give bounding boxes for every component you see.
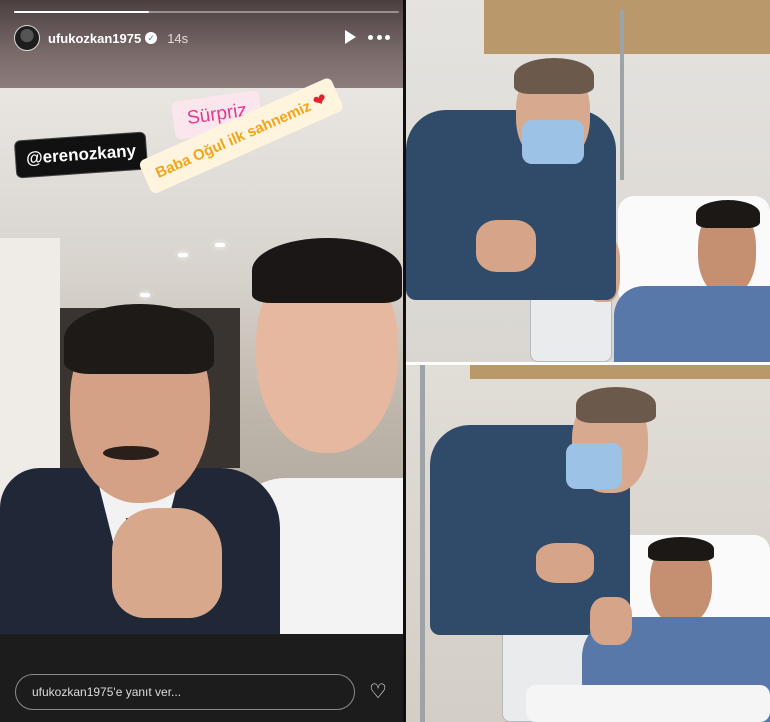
story-header: ufukozkan1975 ✓ 14s: [14, 24, 394, 52]
avatar[interactable]: [14, 25, 40, 51]
story-username[interactable]: ufukozkan1975: [48, 31, 141, 46]
person-mustached-man-hair: [64, 304, 214, 374]
iv-pole: [620, 10, 624, 180]
ceiling-light: [140, 293, 150, 297]
person-mustache: [103, 446, 159, 460]
patient-hair: [696, 200, 760, 228]
ceiling-light: [215, 243, 225, 247]
verified-badge-icon: ✓: [145, 32, 158, 44]
story-viewer: ufukozkan1975 ✓ 14s @erenozkany Sürpriz …: [0, 0, 403, 722]
hospital-photo-bottom: [406, 365, 770, 722]
person-young-man-hair: [252, 238, 402, 303]
shelf: [470, 365, 770, 379]
red-heart-emoji: ❤: [310, 90, 330, 112]
visitor-peace-sign: [476, 220, 536, 272]
play-icon[interactable]: [345, 30, 356, 44]
story-timestamp: 14s: [167, 30, 189, 46]
more-options-icon[interactable]: [368, 27, 390, 47]
visitor-hair: [514, 58, 594, 94]
bed-head-panel: [484, 0, 770, 54]
patient-gown: [614, 286, 770, 362]
iv-pole: [420, 365, 425, 722]
patient-thumbs-up: [590, 597, 632, 645]
story-progress-bar: [14, 11, 399, 13]
face-mask: [566, 443, 622, 489]
visitor-peace-sign: [536, 543, 594, 583]
bed-sheet: [526, 685, 770, 722]
reply-input[interactable]: [15, 674, 355, 710]
peace-sign-hand: [112, 508, 222, 618]
reply-bar: ♡: [0, 634, 403, 722]
patient-hair: [648, 537, 714, 561]
heart-outline-icon[interactable]: ♡: [369, 682, 389, 702]
hospital-photo-top: [406, 0, 770, 362]
visitor-hair: [576, 387, 656, 423]
ceiling-light: [178, 253, 188, 257]
story-progress-fill: [14, 11, 149, 13]
face-mask: [522, 120, 584, 164]
